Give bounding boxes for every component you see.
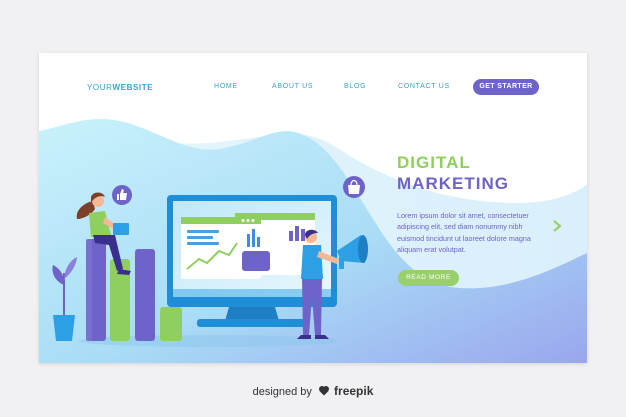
freepik-logo-icon xyxy=(318,386,329,396)
brand-prefix: YOUR xyxy=(87,83,113,92)
top-navigation: YOURWEBSITE HOME ABOUT US BLOG CONTACT U… xyxy=(39,53,587,113)
hero-description: Lorem ipsum dolor sit amet, consectetuer… xyxy=(397,211,531,255)
nav-item-blog[interactable]: BLOG xyxy=(344,83,366,90)
freepik-brand: freepik xyxy=(334,384,374,398)
get-starter-button[interactable]: GET STARTER xyxy=(473,79,539,95)
hero-title-line2: MARKETING xyxy=(397,174,509,193)
nav-item-about-us[interactable]: ABOUT US xyxy=(272,83,313,90)
designed-by-label: designed by xyxy=(252,386,312,398)
attribution-footer: designed by freepik xyxy=(0,384,626,398)
brand-logo[interactable]: YOURWEBSITE xyxy=(87,83,153,92)
like-icon xyxy=(112,185,132,205)
brand-bold: WEBSITE xyxy=(112,83,154,92)
shopping-bag-icon xyxy=(343,176,365,198)
landing-page-card: YOURWEBSITE HOME ABOUT US BLOG CONTACT U… xyxy=(39,53,587,363)
chevron-right-icon[interactable] xyxy=(551,219,563,233)
nav-item-home[interactable]: HOME xyxy=(214,83,238,90)
nav-item-contact-us[interactable]: CONTACT US xyxy=(398,83,450,90)
read-more-button[interactable]: READ MORE xyxy=(398,270,459,286)
hero-title-line1: DIGITAL xyxy=(397,153,471,172)
